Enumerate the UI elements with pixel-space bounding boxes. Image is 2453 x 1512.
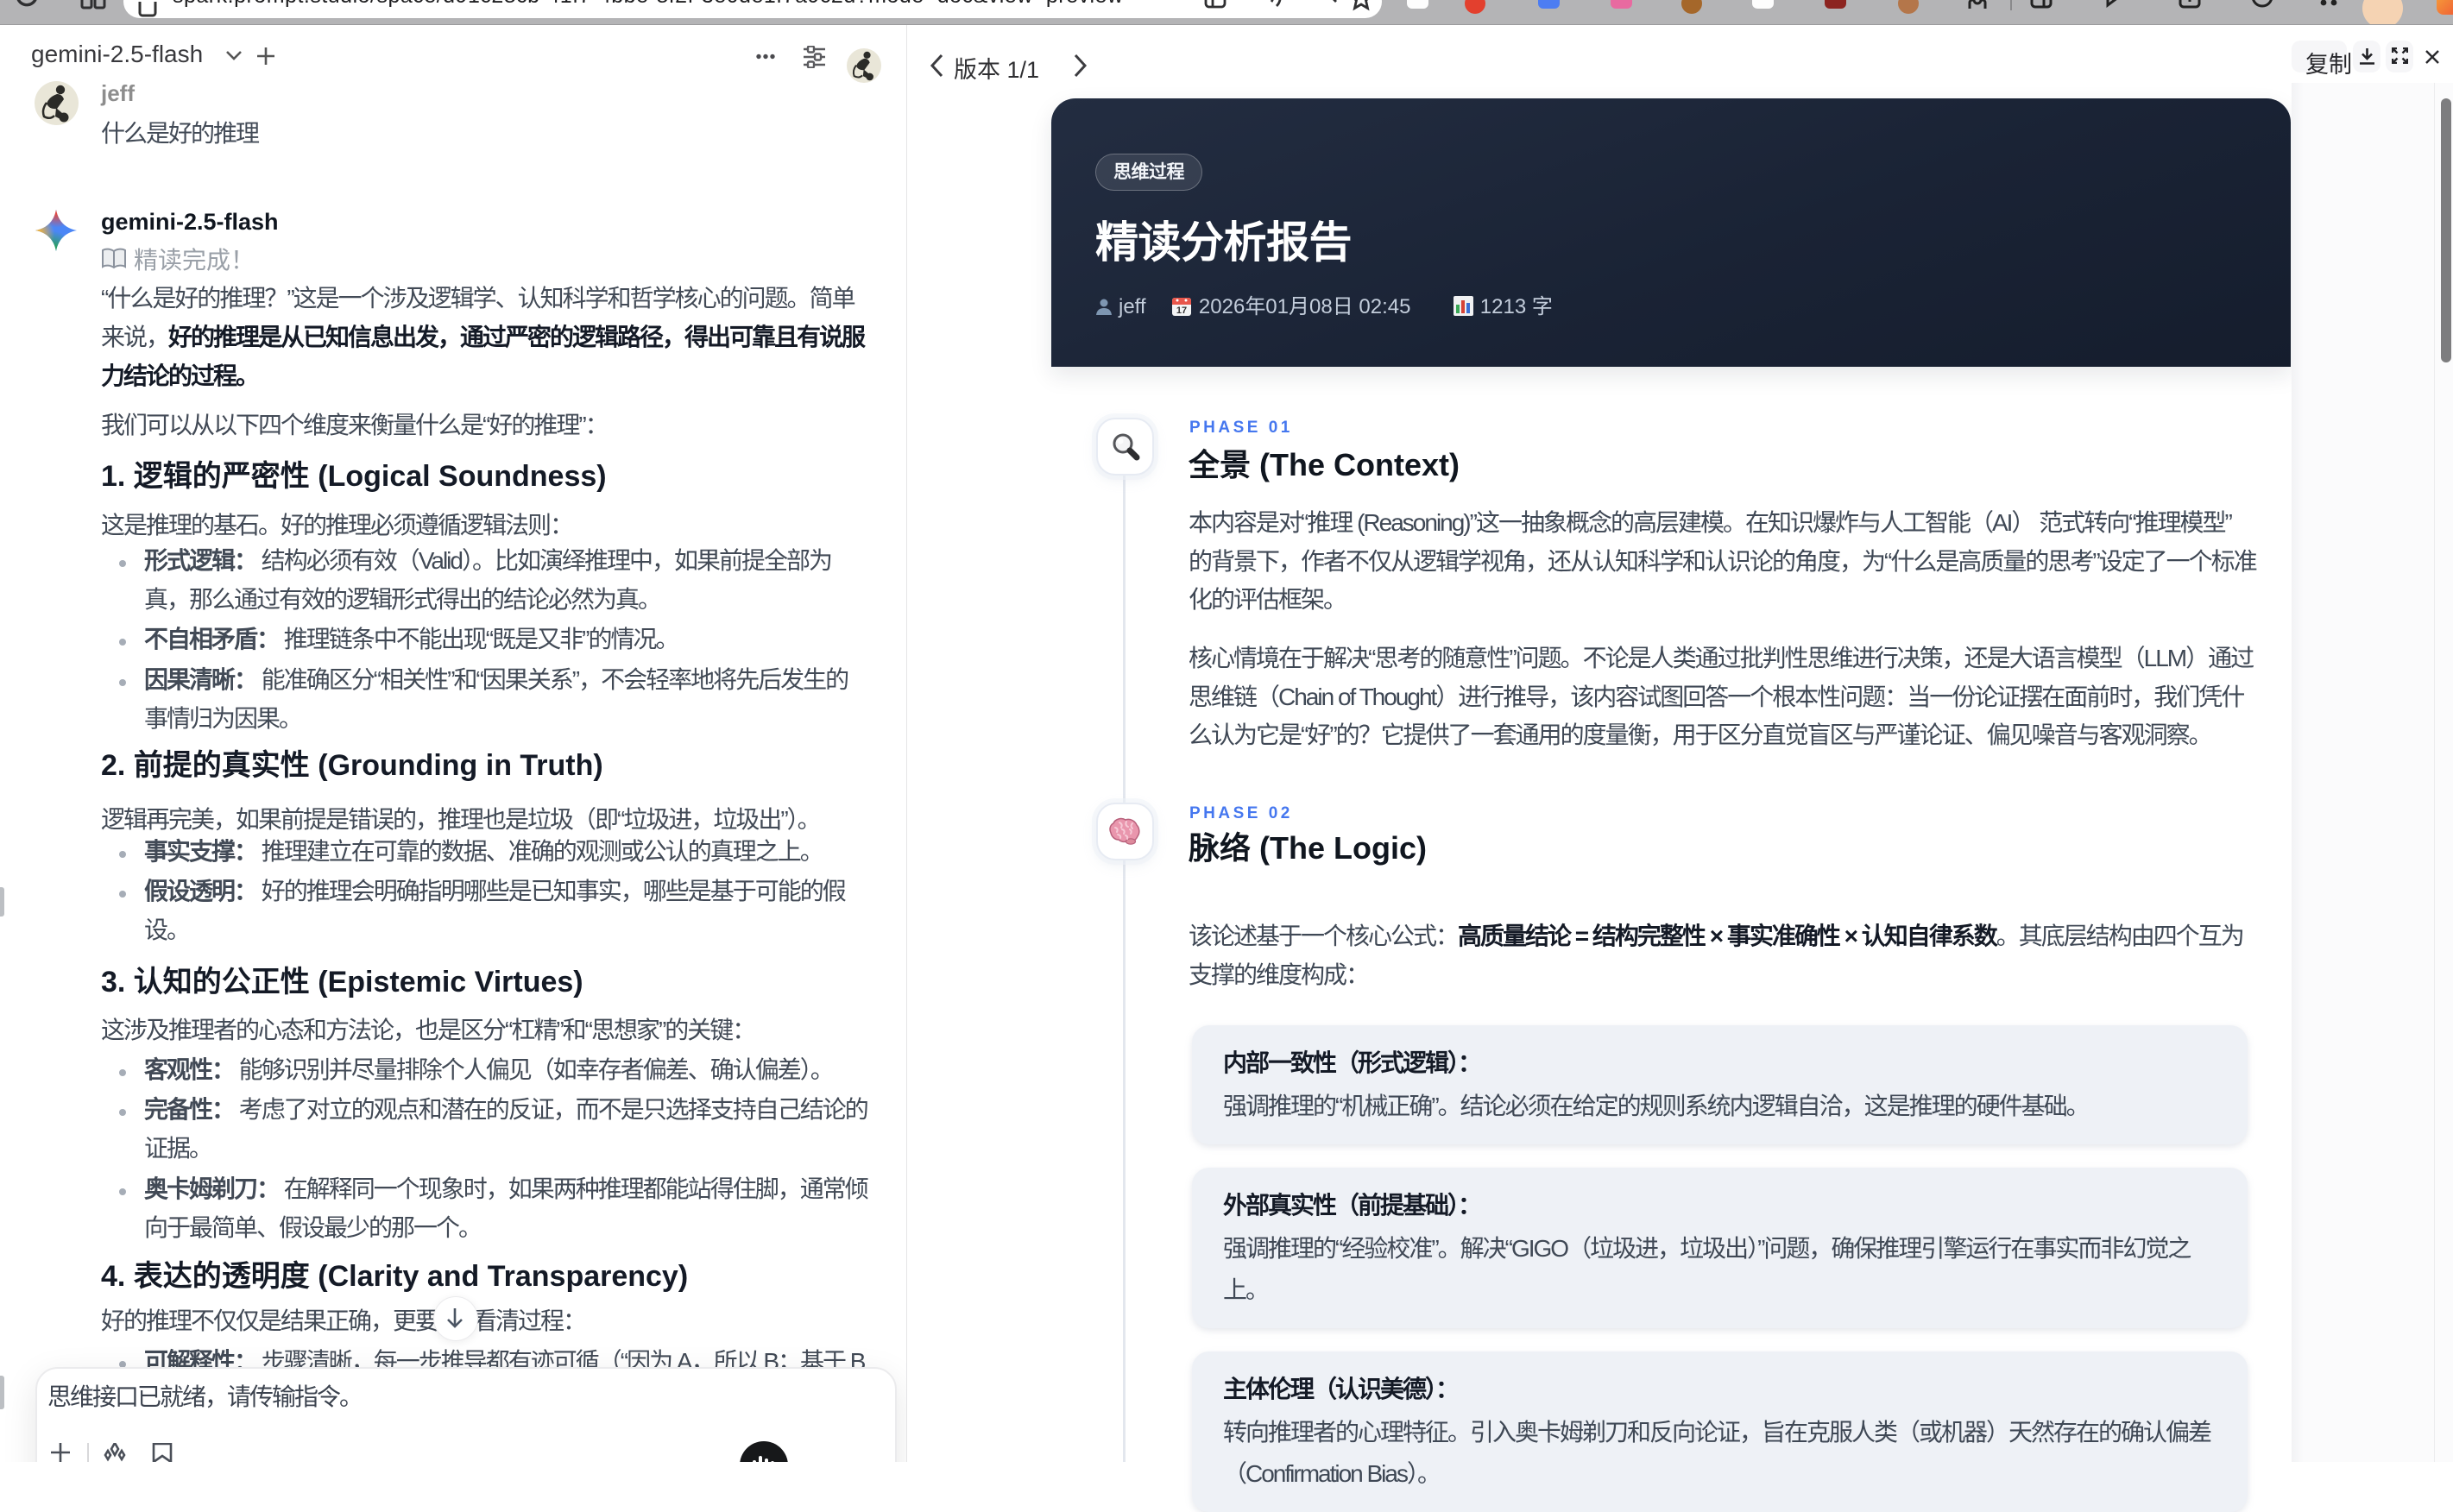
svg-text:17: 17: [1176, 306, 1187, 316]
